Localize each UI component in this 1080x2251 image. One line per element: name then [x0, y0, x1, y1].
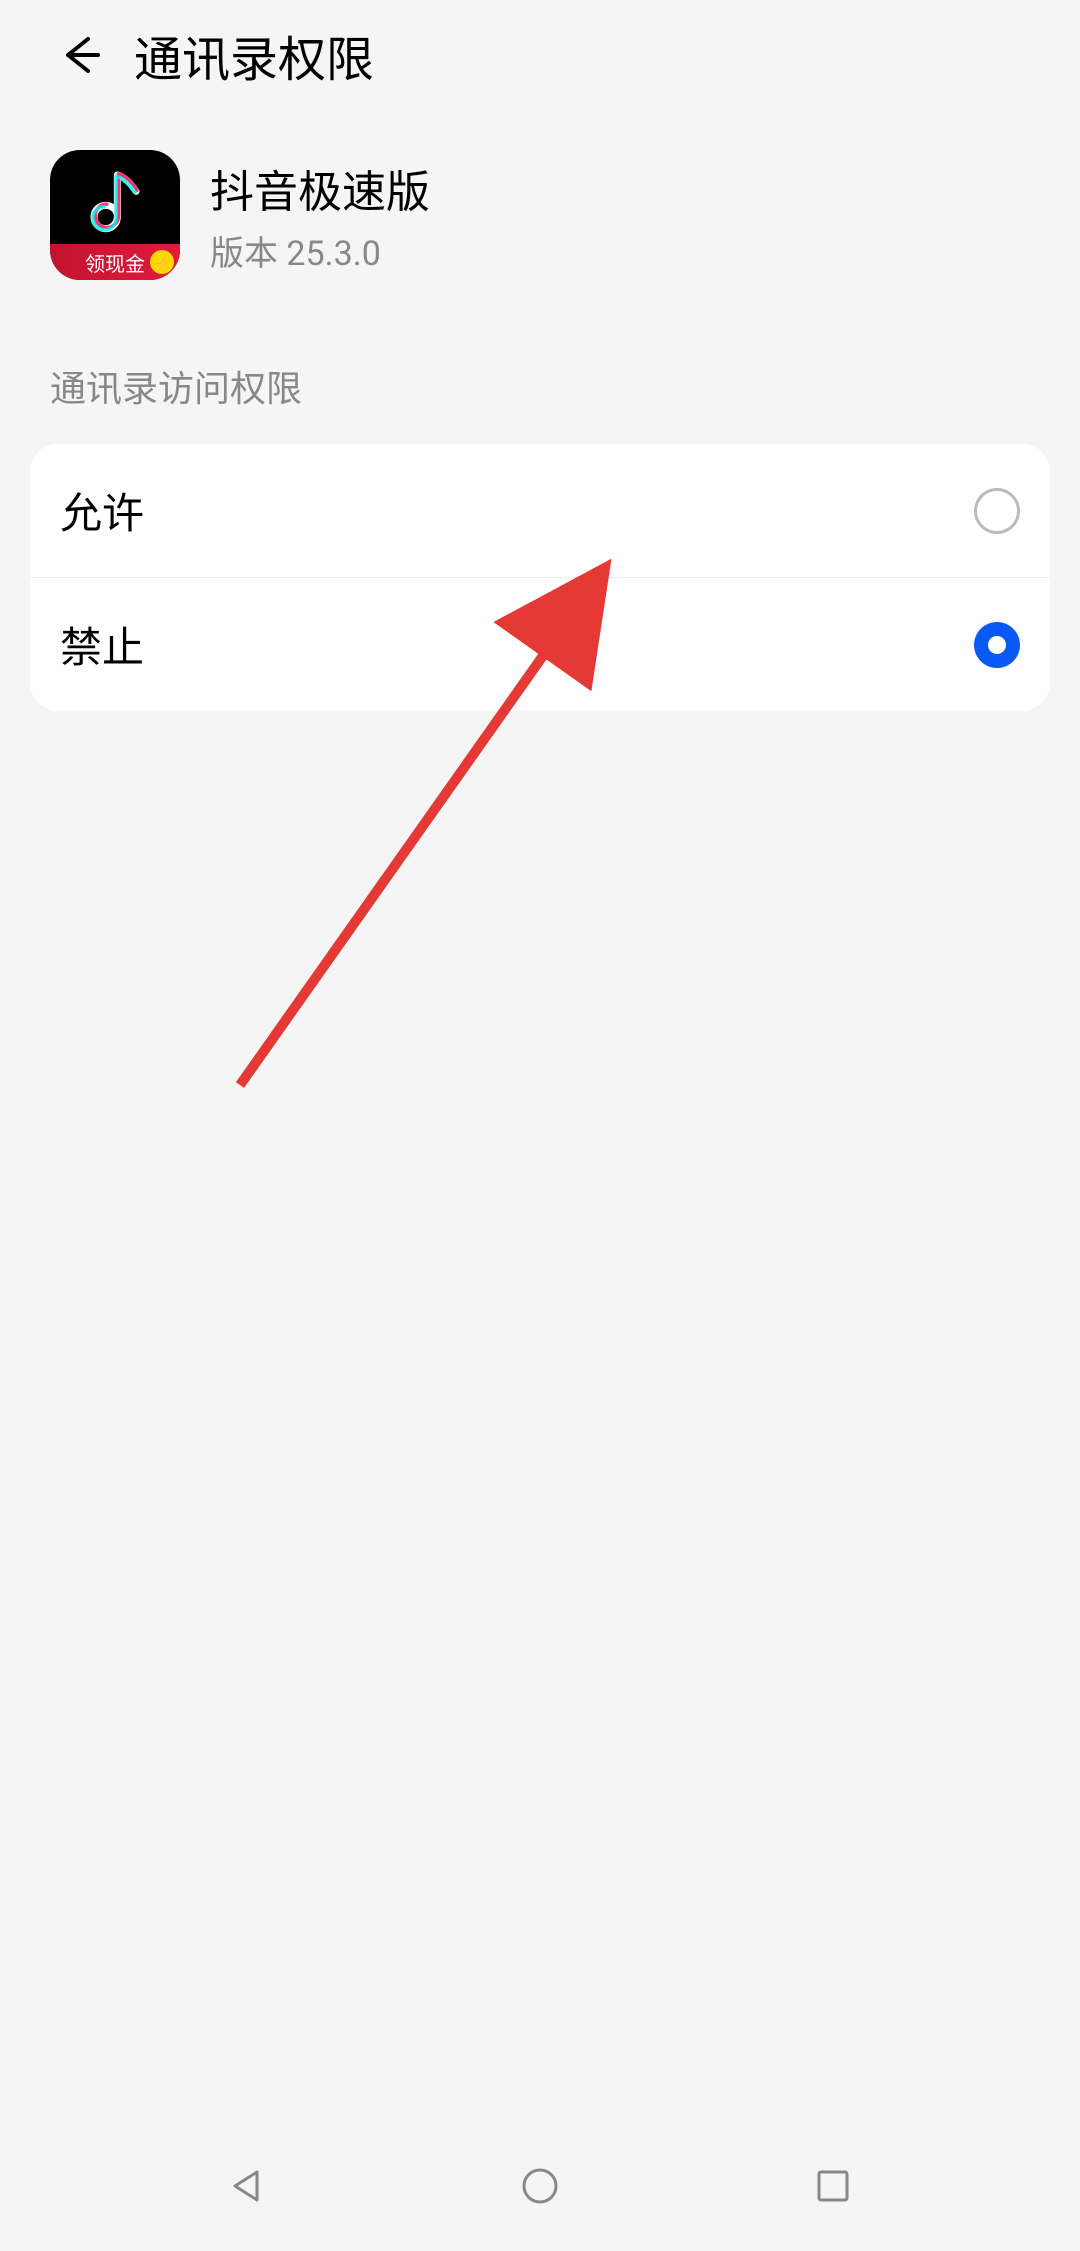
option-allow[interactable]: 允许 [30, 444, 1050, 577]
option-label: 允许 [60, 480, 144, 541]
radio-unselected-icon [974, 488, 1020, 534]
header: 通讯录权限 [0, 0, 1080, 110]
app-details: 抖音极速版 版本 25.3.0 [210, 156, 430, 275]
music-note-icon [80, 168, 150, 238]
bolt-icon: ⚡ [150, 250, 174, 274]
option-deny[interactable]: 禁止 [30, 577, 1050, 711]
permission-options-card: 允许 禁止 [30, 444, 1050, 711]
app-version: 版本 25.3.0 [210, 226, 430, 275]
nav-recent-button[interactable] [803, 2156, 863, 2216]
circle-home-icon [518, 2164, 562, 2208]
navigation-bar [0, 2121, 1080, 2251]
back-button[interactable] [50, 25, 110, 85]
triangle-back-icon [225, 2164, 269, 2208]
back-arrow-icon [58, 33, 102, 77]
page-title: 通讯录权限 [134, 20, 374, 90]
app-icon: 领现金 ⚡ [50, 150, 180, 280]
app-icon-banner-text: 领现金 [85, 248, 145, 277]
section-label: 通讯录访问权限 [0, 310, 1080, 432]
app-icon-banner: 领现金 ⚡ [50, 244, 180, 280]
app-info-section: 领现金 ⚡ 抖音极速版 版本 25.3.0 [0, 110, 1080, 310]
app-name: 抖音极速版 [210, 156, 430, 220]
nav-back-button[interactable] [217, 2156, 277, 2216]
nav-home-button[interactable] [510, 2156, 570, 2216]
square-recent-icon [811, 2164, 855, 2208]
radio-selected-icon [974, 622, 1020, 668]
option-label: 禁止 [60, 614, 144, 675]
